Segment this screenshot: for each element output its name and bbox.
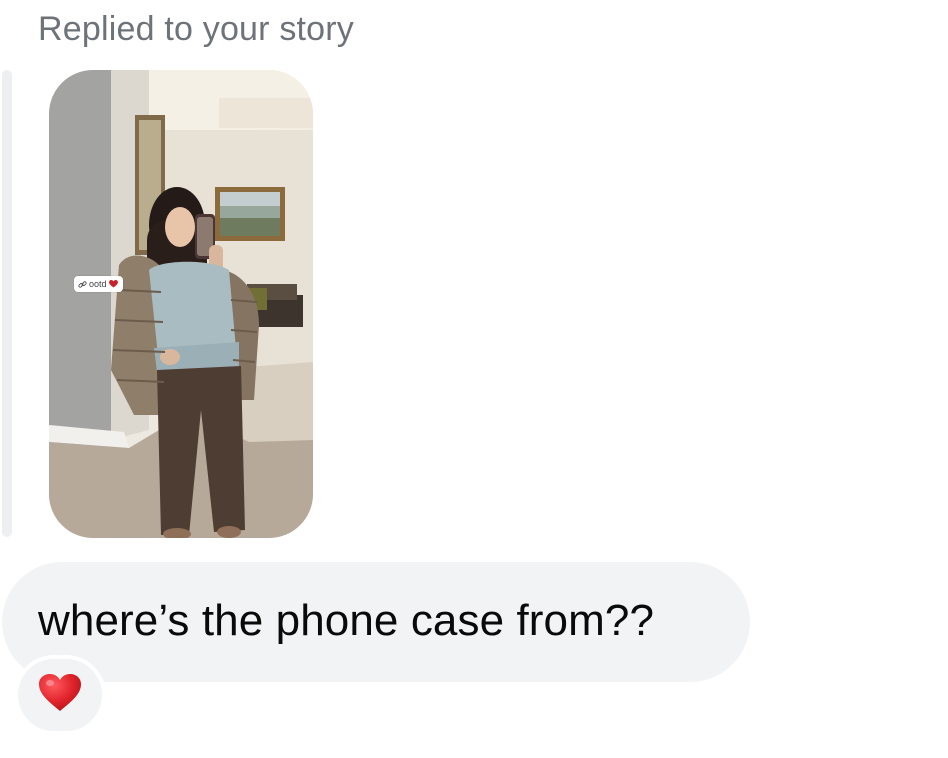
message-text: where’s the phone case from?? — [38, 596, 655, 645]
story-photo-illustration — [49, 70, 313, 538]
story-link-sticker[interactable]: ootd — [74, 276, 123, 292]
story-thumbnail[interactable]: ootd — [49, 70, 313, 538]
link-icon — [78, 280, 87, 289]
sticker-label: ootd — [89, 279, 107, 289]
message-bubble[interactable]: where’s the phone case from?? — [2, 562, 750, 682]
story-reply-quote-bar — [2, 70, 12, 537]
heart-icon — [108, 280, 118, 288]
story-reply-header: Replied to your story — [38, 10, 355, 48]
dm-thread: Replied to your story ootd where’s the p… — [0, 0, 948, 758]
red-heart-icon — [38, 673, 82, 718]
reaction-badge[interactable] — [14, 655, 106, 735]
